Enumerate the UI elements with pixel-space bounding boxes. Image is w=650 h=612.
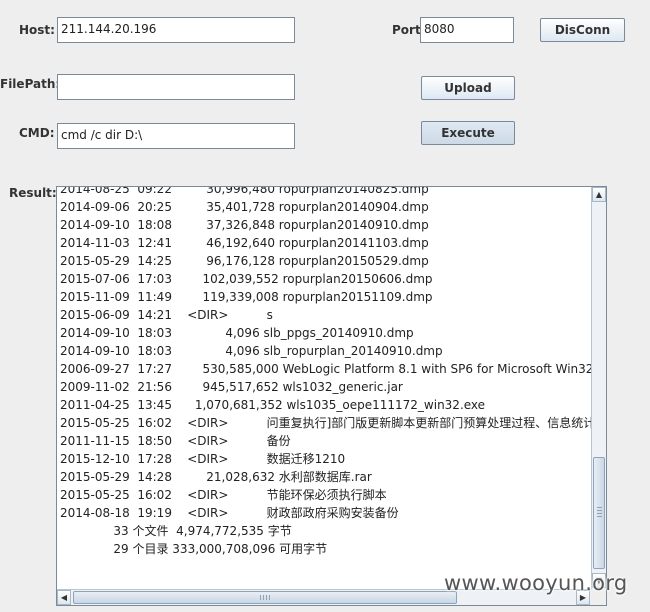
result-line: 2014-08-18 19:19 <DIR> 财政部政府采购安装备份 bbox=[60, 506, 399, 520]
result-line: 2011-04-25 13:45 1,070,681,352 wls1035_o… bbox=[60, 398, 486, 412]
result-line: 2011-11-15 18:50 <DIR> 备份 bbox=[60, 434, 291, 448]
result-line: 2015-05-25 16:02 <DIR> 问重复执行]部门版更新脚本更新部门… bbox=[60, 416, 591, 430]
scroll-up-icon[interactable]: ▲ bbox=[592, 187, 606, 202]
vertical-scroll-thumb[interactable] bbox=[593, 457, 605, 569]
port-input[interactable]: 8080 bbox=[420, 17, 514, 43]
result-line: 2009-11-02 21:56 945,517,652 wls1032_gen… bbox=[60, 380, 403, 394]
vertical-scrollbar[interactable]: ▲ ▼ bbox=[591, 187, 606, 589]
result-line: 2014-09-10 18:03 4,096 slb_ropurplan_201… bbox=[60, 344, 443, 358]
result-line: 2014-09-06 20:25 35,401,728 ropurplan201… bbox=[60, 200, 429, 214]
cmd-label: CMD: bbox=[19, 126, 55, 140]
execute-button[interactable]: Execute bbox=[421, 121, 515, 145]
result-line: 2015-11-09 11:49 119,339,008 ropurplan20… bbox=[60, 290, 433, 304]
result-viewport: 2014-08-25 09:22 30,996,480 ropurplan201… bbox=[57, 187, 591, 589]
result-line: 2006-09-27 17:27 530,585,000 WebLogic Pl… bbox=[60, 362, 591, 376]
result-line: 2015-07-06 17:03 102,039,552 ropurplan20… bbox=[60, 272, 433, 286]
result-label: Result: bbox=[9, 186, 57, 200]
host-input[interactable]: 211.144.20.196 bbox=[57, 17, 295, 43]
result-line: 2015-05-29 14:25 96,176,128 ropurplan201… bbox=[60, 254, 429, 268]
result-line: 2015-12-10 17:28 <DIR> 数据迁移1210 bbox=[60, 452, 346, 466]
horizontal-scroll-thumb[interactable] bbox=[73, 591, 457, 604]
result-line: 29 个目录 333,000,708,096 可用字节 bbox=[60, 542, 328, 556]
scroll-left-icon[interactable]: ◀ bbox=[57, 590, 71, 605]
watermark: www.wooyun.org bbox=[444, 571, 628, 595]
result-line: 2014-11-03 12:41 46,192,640 ropurplan201… bbox=[60, 236, 429, 250]
host-label: Host: bbox=[19, 23, 55, 37]
result-line: 2015-06-09 14:21 <DIR> s bbox=[60, 308, 273, 322]
filepath-label: FilePath: bbox=[0, 77, 61, 91]
result-line: 2014-09-10 18:08 37,326,848 ropurplan201… bbox=[60, 218, 429, 232]
result-line: 2015-05-29 14:28 21,028,632 水利部数据库.rar bbox=[60, 470, 372, 484]
filepath-input[interactable] bbox=[57, 74, 295, 100]
result-line: 33 个文件 4,974,772,535 字节 bbox=[60, 524, 292, 538]
result-line: 2014-09-10 18:03 4,096 slb_ppgs_20140910… bbox=[60, 326, 414, 340]
cmd-input[interactable]: cmd /c dir D:\ bbox=[57, 123, 295, 149]
result-lines: 2014-08-25 09:22 30,996,480 ropurplan201… bbox=[60, 187, 591, 558]
result-line: 2015-05-25 16:02 <DIR> 节能环保必须执行脚本 bbox=[60, 488, 387, 502]
result-line: 2014-08-25 09:22 30,996,480 ropurplan201… bbox=[60, 187, 429, 196]
upload-button[interactable]: Upload bbox=[421, 76, 515, 100]
result-area[interactable]: 2014-08-25 09:22 30,996,480 ropurplan201… bbox=[56, 186, 607, 606]
disconn-button[interactable]: DisConn bbox=[540, 18, 625, 42]
